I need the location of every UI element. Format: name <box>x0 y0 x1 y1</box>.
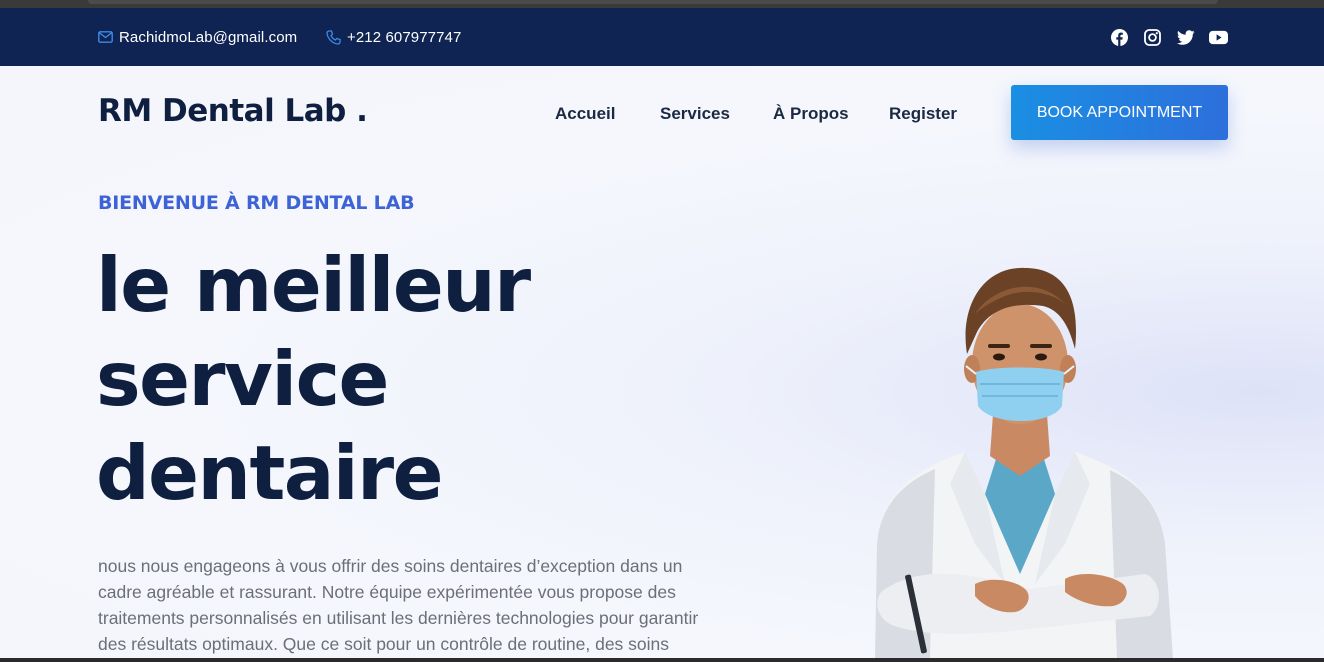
browser-bottom-edge <box>0 658 1324 662</box>
nav-services[interactable]: Services <box>660 104 730 124</box>
book-appointment-button[interactable]: BOOK APPOINTMENT <box>1011 85 1228 140</box>
phone-icon <box>326 29 341 45</box>
facebook-icon[interactable] <box>1110 28 1129 47</box>
mail-icon <box>98 31 113 43</box>
top-contact-bar: RachidmoLab@gmail.com +212 607977747 <box>0 8 1324 66</box>
instagram-icon[interactable] <box>1143 28 1162 47</box>
hero-headline: le meilleur service dentaire <box>96 238 531 520</box>
email-text: RachidmoLab@gmail.com <box>119 28 298 46</box>
twitter-icon[interactable] <box>1176 28 1195 47</box>
nav-accueil[interactable]: Accueil <box>555 104 615 124</box>
nav-register[interactable]: Register <box>889 104 957 124</box>
intro-paragraph: nous nous engageons à vous offrir des so… <box>98 556 699 654</box>
browser-frame <box>0 0 1324 8</box>
welcome-tagline: BIENVENUE À RM DENTAL LAB <box>98 192 415 214</box>
headline-line-1: le meilleur <box>96 241 531 329</box>
youtube-icon[interactable] <box>1209 28 1228 47</box>
doctor-illustration <box>855 244 1185 658</box>
headline-line-2: service <box>96 335 389 423</box>
email-link[interactable]: RachidmoLab@gmail.com <box>98 8 297 66</box>
phone-link[interactable]: +212 607977747 <box>326 8 461 66</box>
social-links <box>1110 8 1228 66</box>
headline-line-3: dentaire <box>96 429 443 517</box>
phone-text: +212 607977747 <box>347 28 462 46</box>
hero-section: RM Dental Lab . Accueil Services À Propo… <box>0 66 1324 658</box>
nav-a-propos[interactable]: À Propos <box>773 104 849 124</box>
site-logo[interactable]: RM Dental Lab . <box>98 93 368 129</box>
